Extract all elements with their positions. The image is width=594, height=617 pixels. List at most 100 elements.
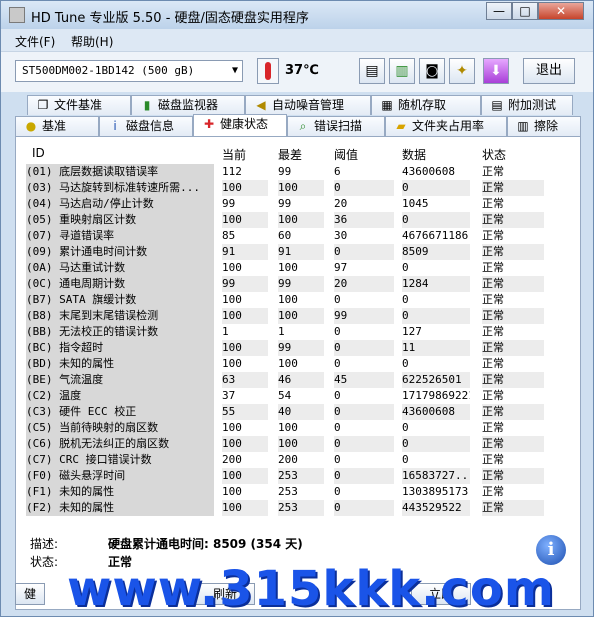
row-worst: 100 — [278, 421, 298, 434]
folder-icon: ▰ — [396, 119, 406, 133]
row-threshold: 0 — [334, 340, 394, 356]
row-id: (C5) 当前待映射的扇区数 — [26, 420, 214, 436]
col-header-worst[interactable]: 最差 — [278, 146, 302, 163]
col-header-data[interactable]: 数据 — [402, 146, 426, 163]
table-row[interactable]: (C2) 温度 37 54 0 17179869221 正常 — [26, 388, 560, 404]
screenshot-button[interactable]: ◙ — [419, 58, 445, 84]
row-current: 100 — [222, 180, 268, 196]
table-row[interactable]: (F1) 未知的属性 100 253 0 1303895173 正常 — [26, 484, 560, 500]
table-row[interactable]: (B8) 末尾到末尾错误检测 100 100 99 0 正常 — [26, 308, 560, 324]
row-id: (01) 底层数据读取错误率 — [26, 164, 214, 180]
table-row[interactable]: (05) 重映射扇区计数 100 100 36 0 正常 — [26, 212, 560, 228]
col-header-current[interactable]: 当前 — [222, 146, 246, 163]
description-value: 硬盘累计通电时间: 8509 (354 天) — [108, 537, 303, 551]
row-worst: 100 — [278, 436, 324, 452]
table-row[interactable]: (01) 底层数据读取错误率 112 99 6 43600608 正常 — [26, 164, 560, 180]
table-row[interactable]: (F2) 未知的属性 100 253 0 443529522 正常 — [26, 500, 560, 516]
row-threshold: 0 — [334, 180, 394, 196]
row-worst: 54 — [278, 389, 292, 402]
table-row[interactable]: (04) 马达启动/停止计数 99 99 20 1045 正常 — [26, 196, 560, 212]
tab-random-access[interactable]: ▦ 随机存取 — [371, 95, 481, 115]
row-id: (C7) CRC 接口错误计数 — [26, 452, 214, 468]
row-status: 正常 — [482, 485, 504, 498]
health-panel: ID 当前 最差 阈值 数据 状态 (01) 底层数据读取错误率 112 99 6 43… — [15, 136, 581, 610]
row-status: 正常 — [482, 357, 504, 370]
trash-icon: ▥ — [517, 119, 529, 133]
row-data: 43600608 — [402, 165, 455, 178]
row-worst: 46 — [278, 372, 324, 388]
col-header-status[interactable]: 状态 — [482, 146, 506, 163]
tab-file-benchmark[interactable]: ❐ 文件基准 — [27, 95, 131, 115]
toolbar: ST500DM002-1BD142 (500 gB) ▼ 37℃ ▤ ▥ ◙ ✦… — [1, 51, 593, 92]
exit-button[interactable]: 退出 — [523, 58, 575, 84]
row-data: 0 — [402, 308, 470, 324]
row-id: (04) 马达启动/停止计数 — [26, 196, 214, 212]
tab-error-scan[interactable]: ⌕ 错误扫描 — [287, 116, 385, 136]
col-header-id[interactable]: ID — [32, 146, 45, 160]
row-id: (F0) 磁头悬浮时间 — [26, 468, 214, 484]
row-threshold: 0 — [334, 389, 341, 402]
row-id: (BD) 未知的属性 — [26, 356, 214, 372]
status-label: 状态: — [30, 555, 59, 569]
table-row[interactable]: (BD) 未知的属性 100 100 0 0 正常 — [26, 356, 560, 372]
maximize-button[interactable]: □ — [512, 2, 538, 20]
table-row[interactable]: (03) 马达旋转到标准转速所需... 100 100 0 0 正常 — [26, 180, 560, 196]
watermark-text: www.315kkk.com — [67, 561, 555, 617]
row-data: 0 — [402, 212, 470, 228]
table-row[interactable]: (C6) 脱机无法纠正的扇区数 100 100 0 0 正常 — [26, 436, 560, 452]
close-button[interactable]: ✕ — [538, 2, 584, 20]
row-worst: 99 — [278, 197, 292, 210]
table-row[interactable]: (07) 寻道错误率 85 60 30 4676671186 正常 — [26, 228, 560, 244]
tab-health[interactable]: ✚ 健康状态 — [193, 114, 287, 136]
tab-disk-monitor[interactable]: ▮ 磁盘监视器 — [131, 95, 245, 115]
chart-icon: ▤ — [491, 98, 503, 112]
table-row[interactable]: (C3) 硬件 ECC 校正 55 40 0 43600608 正常 — [26, 404, 560, 420]
table-row[interactable]: (0C) 通电周期计数 99 99 20 1284 正常 — [26, 276, 560, 292]
row-status: 正常 — [482, 212, 544, 228]
menu-help[interactable]: 帮助(H) — [71, 33, 113, 50]
log-button[interactable]: 健 — [15, 583, 45, 605]
table-row[interactable]: (0A) 马达重试计数 100 100 97 0 正常 — [26, 260, 560, 276]
row-status: 正常 — [482, 276, 544, 292]
row-current: 100 — [222, 436, 268, 452]
table-row[interactable]: (BB) 无法校正的错误计数 1 1 0 127 正常 — [26, 324, 560, 340]
row-threshold: 99 — [334, 308, 394, 324]
drive-select[interactable]: ST500DM002-1BD142 (500 gB) ▼ — [15, 60, 243, 82]
save-button[interactable]: ⬇ — [483, 58, 509, 84]
table-row[interactable]: (09) 累计通电时间计数 91 91 0 8509 正常 — [26, 244, 560, 260]
temperature-readout: 37℃ — [285, 63, 319, 78]
row-threshold: 0 — [334, 325, 341, 338]
table-row[interactable]: (C7) CRC 接口错误计数 200 200 0 0 正常 — [26, 452, 560, 468]
col-header-threshold[interactable]: 阈值 — [334, 146, 358, 163]
options-button[interactable]: ✦ — [449, 58, 475, 84]
minimize-button[interactable]: — — [486, 2, 512, 20]
row-threshold: 0 — [334, 244, 394, 260]
table-row[interactable]: (F0) 磁头悬浮时间 100 253 0 16583727... 正常 — [26, 468, 560, 484]
row-threshold: 0 — [334, 485, 341, 498]
row-data: 1284 — [402, 276, 470, 292]
table-row[interactable]: (BE) 气流温度 63 46 45 622526501 正常 — [26, 372, 560, 388]
row-data: 127 — [402, 325, 422, 338]
table-row[interactable]: (BC) 指令超时 100 99 0 11 正常 — [26, 340, 560, 356]
row-status: 正常 — [482, 404, 544, 420]
tab-benchmark[interactable]: ● 基准 — [15, 116, 99, 136]
row-current: 100 — [222, 468, 268, 484]
row-data: 16583727... — [402, 468, 470, 484]
tab-extra-tests[interactable]: ▤ 附加测试 — [481, 95, 573, 115]
row-worst: 91 — [278, 244, 324, 260]
tab-erase[interactable]: ▥ 擦除 — [507, 116, 581, 136]
tab-folder-usage[interactable]: ▰ 文件夹占用率 — [385, 116, 507, 136]
row-worst: 100 — [278, 357, 298, 370]
row-worst: 253 — [278, 500, 324, 516]
row-data: 443529522 — [402, 500, 470, 516]
tab-aam[interactable]: ◀ 自动噪音管理 — [245, 95, 371, 115]
tab-disk-info[interactable]: i 磁盘信息 — [99, 116, 193, 136]
menu-file[interactable]: 文件(F) — [15, 33, 55, 50]
copy-screen-button[interactable]: ▥ — [389, 58, 415, 84]
row-worst: 100 — [278, 261, 298, 274]
table-row[interactable]: (B7) SATA 旗缓计数 100 100 0 0 正常 — [26, 292, 560, 308]
table-row[interactable]: (C5) 当前待映射的扇区数 100 100 0 0 正常 — [26, 420, 560, 436]
copy-text-button[interactable]: ▤ — [359, 58, 385, 84]
row-data: 1045 — [402, 197, 429, 210]
row-worst: 100 — [278, 212, 324, 228]
